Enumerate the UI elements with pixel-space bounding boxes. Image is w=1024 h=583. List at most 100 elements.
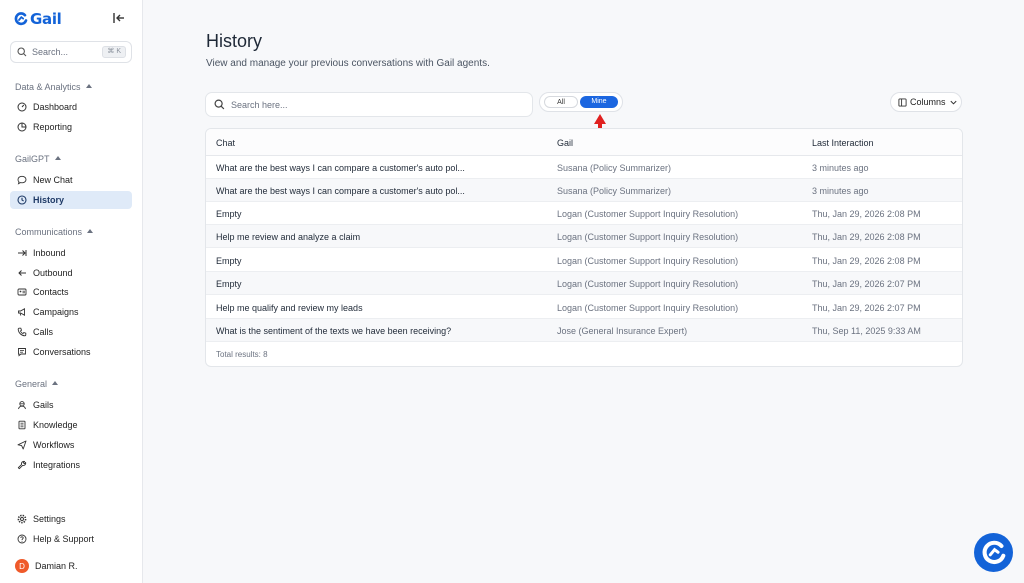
section-communications[interactable]: Communications: [15, 227, 94, 237]
sidebar-item-integrations[interactable]: Integrations: [10, 456, 132, 474]
section-data-analytics[interactable]: Data & Analytics: [15, 82, 92, 92]
sidebar-item-campaigns[interactable]: Campaigns: [10, 303, 132, 321]
table-row[interactable]: Help me review and analyze a claim Logan…: [206, 225, 962, 248]
table-row[interactable]: Help me qualify and review my leads Loga…: [206, 296, 962, 319]
table-row[interactable]: Empty Logan (Customer Support Inquiry Re…: [206, 202, 962, 225]
column-header-chat[interactable]: Chat: [216, 138, 235, 148]
collapse-sidebar-icon[interactable]: [112, 11, 126, 25]
section-general[interactable]: General: [15, 379, 59, 389]
sidebar-item-settings[interactable]: Settings: [10, 510, 132, 528]
total-results: Total results: 8: [216, 350, 268, 359]
sidebar-search-placeholder: Search...: [32, 47, 69, 57]
sidebar-item-help-support[interactable]: Help & Support: [10, 530, 132, 548]
column-header-last-interaction[interactable]: Last Interaction: [812, 138, 874, 148]
sidebar: Gail Search... ⌘ K Data & Analytics Dash…: [0, 0, 143, 583]
sidebar-item-history[interactable]: History: [10, 191, 132, 209]
history-search-input[interactable]: Search here...: [205, 92, 533, 117]
gail-cell: Logan (Customer Support Inquiry Resoluti…: [557, 303, 739, 313]
column-header-gail[interactable]: Gail: [557, 138, 573, 148]
sidebar-item-workflows[interactable]: Workflows: [10, 436, 132, 454]
sidebar-item-label: Calls: [33, 327, 54, 337]
table-row[interactable]: What is the sentiment of the texts we ha…: [206, 319, 962, 342]
gail-cell: Logan (Customer Support Inquiry Resoluti…: [557, 279, 739, 289]
sidebar-item-label: Dashboard: [33, 102, 78, 112]
chat-cell: Help me review and analyze a claim: [216, 232, 361, 242]
sidebar-item-label: New Chat: [33, 175, 73, 185]
sidebar-search-input[interactable]: Search... ⌘ K: [10, 41, 132, 63]
arrow-in-icon: [18, 250, 27, 256]
search-icon: [17, 47, 27, 57]
user-profile[interactable]: D Damian R.: [15, 559, 78, 573]
table-row[interactable]: What are the best ways I can compare a c…: [206, 179, 962, 202]
sidebar-item-label: Conversations: [33, 347, 91, 357]
table-row[interactable]: Empty Logan (Customer Support Inquiry Re…: [206, 272, 962, 295]
gail-cell: Logan (Customer Support Inquiry Resoluti…: [557, 256, 739, 266]
ownership-toggle: All Mine: [539, 92, 623, 112]
arrow-out-icon: [18, 270, 26, 276]
sidebar-item-calls[interactable]: Calls: [10, 323, 132, 341]
filter-all-button[interactable]: All: [544, 96, 578, 108]
section-label: GailGPT: [15, 154, 50, 164]
shortcut-badge: ⌘ K: [102, 46, 126, 58]
chevron-down-icon: [949, 100, 957, 105]
table-row[interactable]: Empty Logan (Customer Support Inquiry Re…: [206, 249, 962, 272]
sidebar-item-knowledge[interactable]: Knowledge: [10, 416, 132, 434]
sidebar-item-label: Settings: [33, 514, 66, 524]
gail-cell: Jose (General Insurance Expert): [557, 326, 688, 336]
gail-logo-icon: [982, 540, 1005, 564]
id-card-icon: [17, 288, 27, 296]
avatar: D: [15, 559, 29, 573]
columns-icon: [898, 97, 907, 107]
megaphone-icon: [18, 308, 25, 316]
caret-up-icon: [54, 156, 61, 160]
table-row[interactable]: What are the best ways I can compare a c…: [206, 156, 962, 179]
last-interaction-cell: 3 minutes ago: [812, 163, 869, 173]
last-interaction-cell: Thu, Jan 29, 2026 2:08 PM: [812, 256, 921, 266]
gail-assistant-button[interactable]: [974, 533, 1013, 572]
book-icon: [18, 420, 26, 430]
filter-mine-button[interactable]: Mine: [580, 96, 618, 108]
chat-cell: What is the sentiment of the texts we ha…: [216, 326, 452, 336]
sidebar-item-label: Workflows: [33, 440, 75, 450]
help-circle-icon: [17, 534, 27, 544]
sidebar-item-label: Integrations: [33, 460, 81, 470]
gear-icon: [17, 514, 27, 524]
caret-up-icon: [52, 381, 59, 385]
caret-up-icon: [85, 84, 92, 88]
chat-cell: Empty: [216, 256, 242, 266]
sidebar-item-new-chat[interactable]: New Chat: [10, 171, 132, 189]
gail-logo-icon: [14, 12, 28, 26]
chat-square-icon: [18, 348, 26, 357]
search-icon: [214, 99, 225, 110]
send-icon: [17, 440, 27, 450]
sidebar-item-label: Contacts: [33, 287, 69, 297]
clock-icon: [17, 195, 27, 205]
sidebar-item-outbound[interactable]: Outbound: [10, 264, 132, 282]
sidebar-item-label: Reporting: [33, 122, 73, 132]
agent-icon: [18, 401, 26, 410]
columns-button[interactable]: Columns: [890, 92, 962, 112]
last-interaction-cell: Thu, Jan 29, 2026 2:07 PM: [812, 303, 921, 313]
chat-cell: What are the best ways I can compare a c…: [216, 163, 465, 173]
chat-cell: Empty: [216, 279, 242, 289]
sidebar-item-contacts[interactable]: Contacts: [10, 283, 132, 301]
gail-logo[interactable]: Gail: [14, 10, 62, 28]
chart-pie-icon: [17, 122, 27, 132]
sidebar-item-conversations[interactable]: Conversations: [10, 343, 132, 361]
sidebar-item-dashboard[interactable]: Dashboard: [10, 98, 132, 116]
sidebar-item-reporting[interactable]: Reporting: [10, 118, 132, 136]
gail-cell: Logan (Customer Support Inquiry Resoluti…: [557, 209, 739, 219]
user-name: Damian R.: [35, 561, 78, 571]
caret-up-icon: [87, 229, 94, 233]
page-subtitle: View and manage your previous conversati…: [206, 58, 490, 69]
history-table: Chat Gail Last Interaction What are the …: [205, 128, 963, 367]
sidebar-item-label: Outbound: [33, 268, 73, 278]
gauge-icon: [17, 102, 27, 112]
sidebar-item-inbound[interactable]: Inbound: [10, 244, 132, 262]
section-gailgpt[interactable]: GailGPT: [15, 154, 61, 164]
last-interaction-cell: Thu, Sep 11, 2025 9:33 AM: [812, 326, 921, 336]
gail-cell: Susana (Policy Summarizer): [557, 163, 672, 173]
sidebar-item-gails[interactable]: Gails: [10, 396, 132, 414]
wrench-icon: [17, 460, 27, 470]
gail-cell: Logan (Customer Support Inquiry Resoluti…: [557, 232, 739, 242]
